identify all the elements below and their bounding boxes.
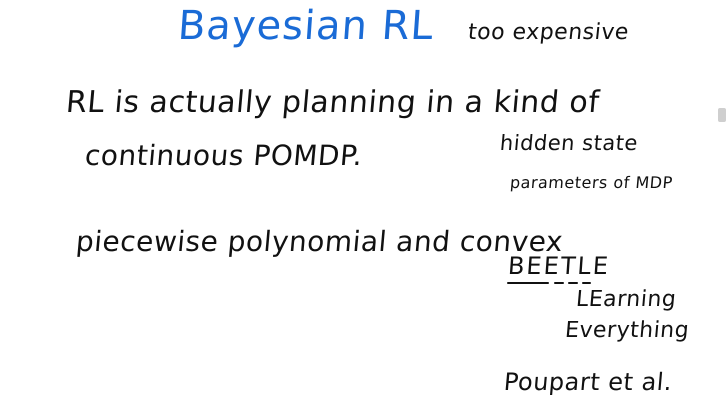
acronym-everything: Everything — [563, 318, 691, 343]
beetle-underline — [507, 282, 591, 284]
acronym-learning: LEarning — [574, 287, 678, 312]
edge-marker — [718, 108, 726, 122]
whiteboard: Bayesian RL too expensive RL is actually… — [0, 0, 726, 407]
citation-poupart: Poupart et al. — [502, 368, 674, 396]
